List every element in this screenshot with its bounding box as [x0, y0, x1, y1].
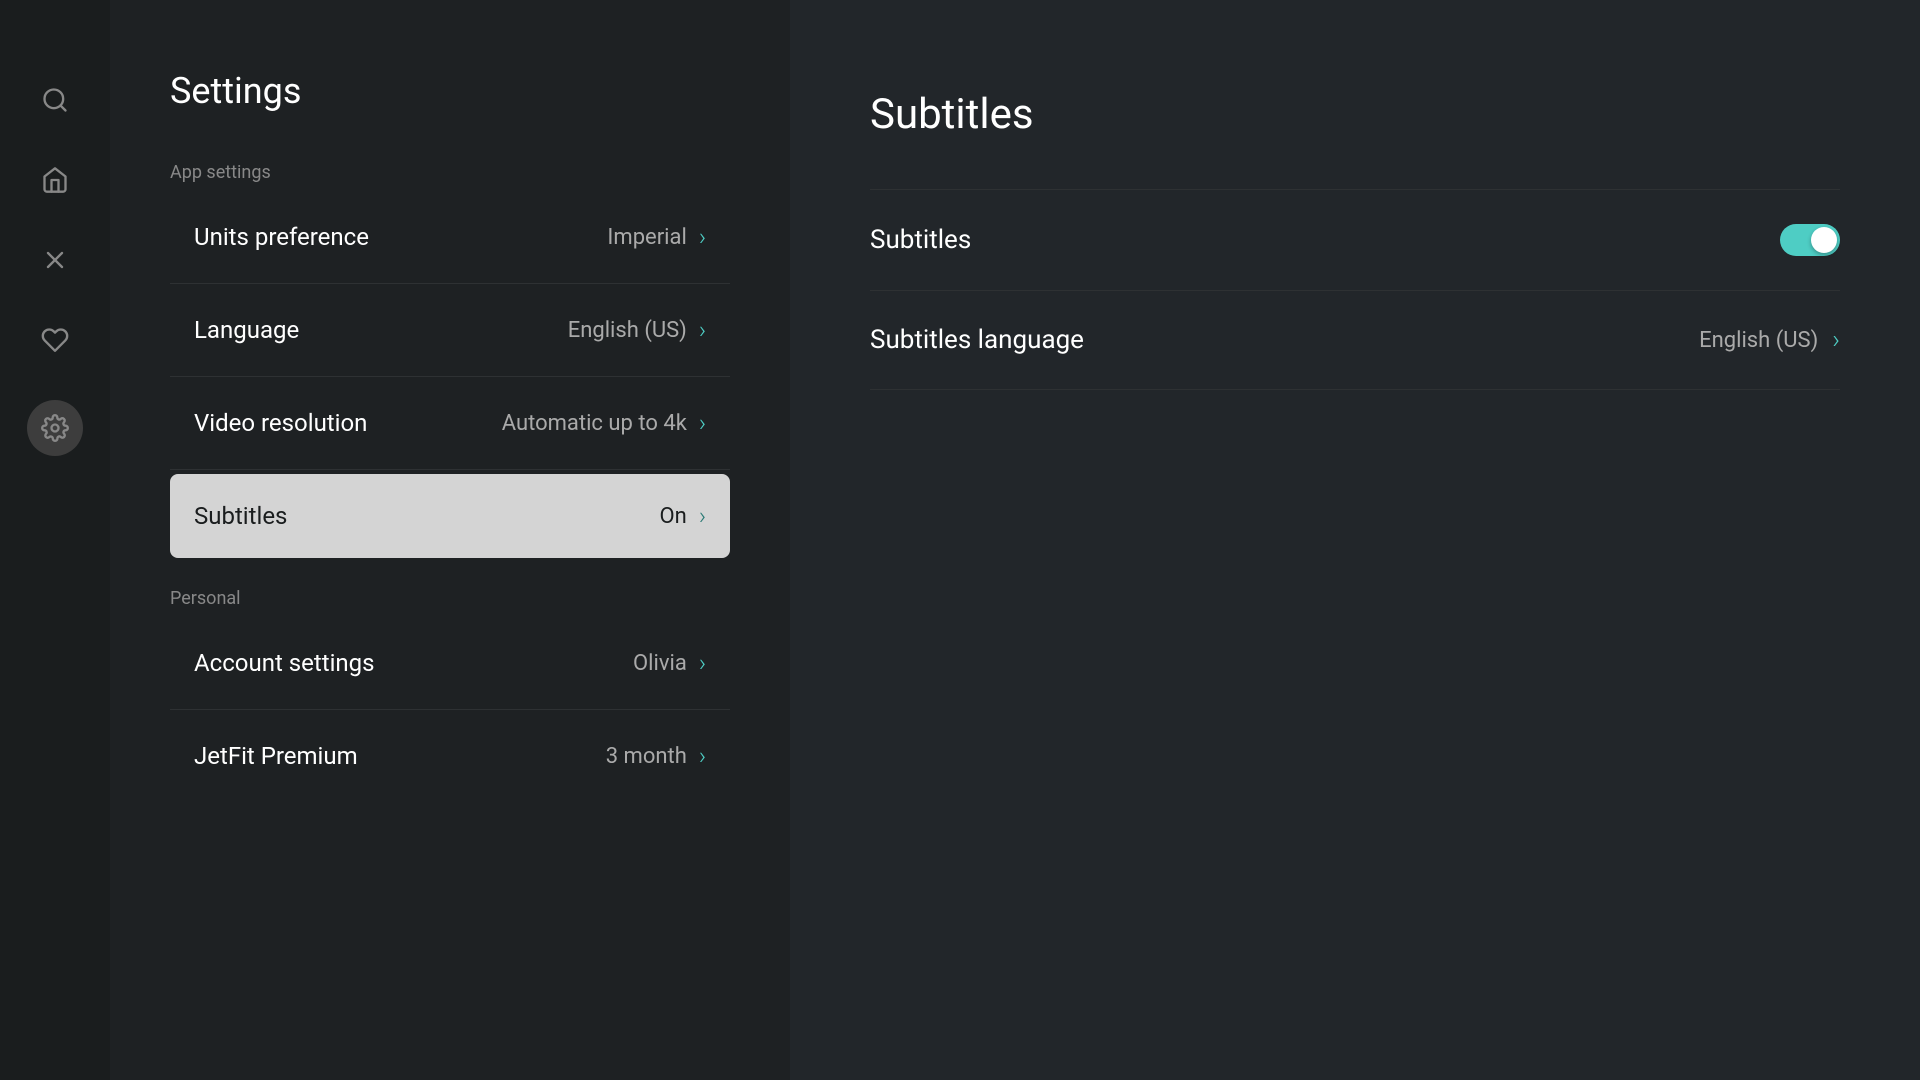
- personal-label: Personal: [170, 588, 730, 609]
- subtitles-item[interactable]: Subtitles On ›: [170, 474, 730, 558]
- subtitles-toggle[interactable]: [1780, 224, 1840, 256]
- divider-1: [170, 283, 730, 284]
- right-panel: Subtitles Subtitles Subtitles language E…: [790, 0, 1920, 1080]
- subtitles-toggle-label: Subtitles: [870, 225, 971, 255]
- subtitles-toggle-item[interactable]: Subtitles: [870, 189, 1840, 291]
- personal-settings-list: Account settings Olivia › JetFit Premium…: [170, 621, 730, 798]
- subtitles-value: On: [660, 504, 687, 529]
- app-settings-list: Units preference Imperial › Language Eng…: [170, 195, 730, 558]
- video-resolution-value: Automatic up to 4k: [502, 411, 687, 436]
- account-settings-right: Olivia ›: [633, 649, 706, 677]
- sidebar-item-settings[interactable]: [27, 400, 83, 456]
- subtitles-label: Subtitles: [194, 502, 287, 530]
- language-label: Language: [194, 316, 299, 344]
- units-preference-value: Imperial: [607, 225, 686, 250]
- jetfit-premium-right: 3 month ›: [606, 742, 706, 770]
- subtitles-chevron-icon: ›: [699, 502, 706, 530]
- sidebar-item-home[interactable]: [35, 160, 75, 200]
- divider-3: [170, 469, 730, 470]
- subtitles-language-item[interactable]: Subtitles language English (US) ›: [870, 291, 1840, 390]
- sidebar: [0, 0, 110, 1080]
- jetfit-premium-value: 3 month: [606, 744, 687, 769]
- video-resolution-right: Automatic up to 4k ›: [502, 409, 706, 437]
- units-preference-label: Units preference: [194, 223, 369, 251]
- left-panel: Settings App settings Units preference I…: [110, 0, 790, 1080]
- jetfit-premium-chevron-icon: ›: [699, 742, 706, 770]
- account-settings-value: Olivia: [633, 651, 687, 676]
- sidebar-item-search[interactable]: [35, 80, 75, 120]
- personal-section: Personal Account settings Olivia › JetFi…: [170, 588, 730, 798]
- app-settings-label: App settings: [170, 162, 730, 183]
- subtitles-language-value: English (US): [1699, 328, 1818, 353]
- account-settings-item[interactable]: Account settings Olivia ›: [170, 621, 730, 705]
- jetfit-premium-item[interactable]: JetFit Premium 3 month ›: [170, 714, 730, 798]
- language-right: English (US) ›: [568, 316, 706, 344]
- subtitles-language-right: English (US) ›: [1699, 325, 1840, 355]
- divider-2: [170, 376, 730, 377]
- jetfit-premium-label: JetFit Premium: [194, 742, 358, 770]
- toggle-track: [1780, 224, 1840, 256]
- page-title: Settings: [170, 70, 730, 112]
- account-settings-label: Account settings: [194, 649, 375, 677]
- subtitles-right: On ›: [660, 502, 706, 530]
- subtitles-toggle-right: [1780, 224, 1840, 256]
- language-item[interactable]: Language English (US) ›: [170, 288, 730, 372]
- subtitles-language-chevron-icon: ›: [1832, 325, 1840, 355]
- video-resolution-label: Video resolution: [194, 409, 367, 437]
- right-panel-title: Subtitles: [870, 90, 1840, 139]
- right-settings-list: Subtitles Subtitles language English (US…: [870, 189, 1840, 390]
- units-preference-right: Imperial ›: [607, 223, 706, 251]
- subtitles-language-label: Subtitles language: [870, 325, 1084, 355]
- account-settings-chevron-icon: ›: [699, 649, 706, 677]
- units-preference-item[interactable]: Units preference Imperial ›: [170, 195, 730, 279]
- units-preference-chevron-icon: ›: [699, 223, 706, 251]
- language-chevron-icon: ›: [699, 316, 706, 344]
- app-settings-section: App settings Units preference Imperial ›…: [170, 162, 730, 558]
- video-resolution-item[interactable]: Video resolution Automatic up to 4k ›: [170, 381, 730, 465]
- sidebar-item-favorites[interactable]: [35, 320, 75, 360]
- divider-4: [170, 709, 730, 710]
- language-value: English (US): [568, 318, 687, 343]
- toggle-thumb: [1811, 227, 1837, 253]
- video-resolution-chevron-icon: ›: [699, 409, 706, 437]
- sidebar-item-tools[interactable]: [35, 240, 75, 280]
